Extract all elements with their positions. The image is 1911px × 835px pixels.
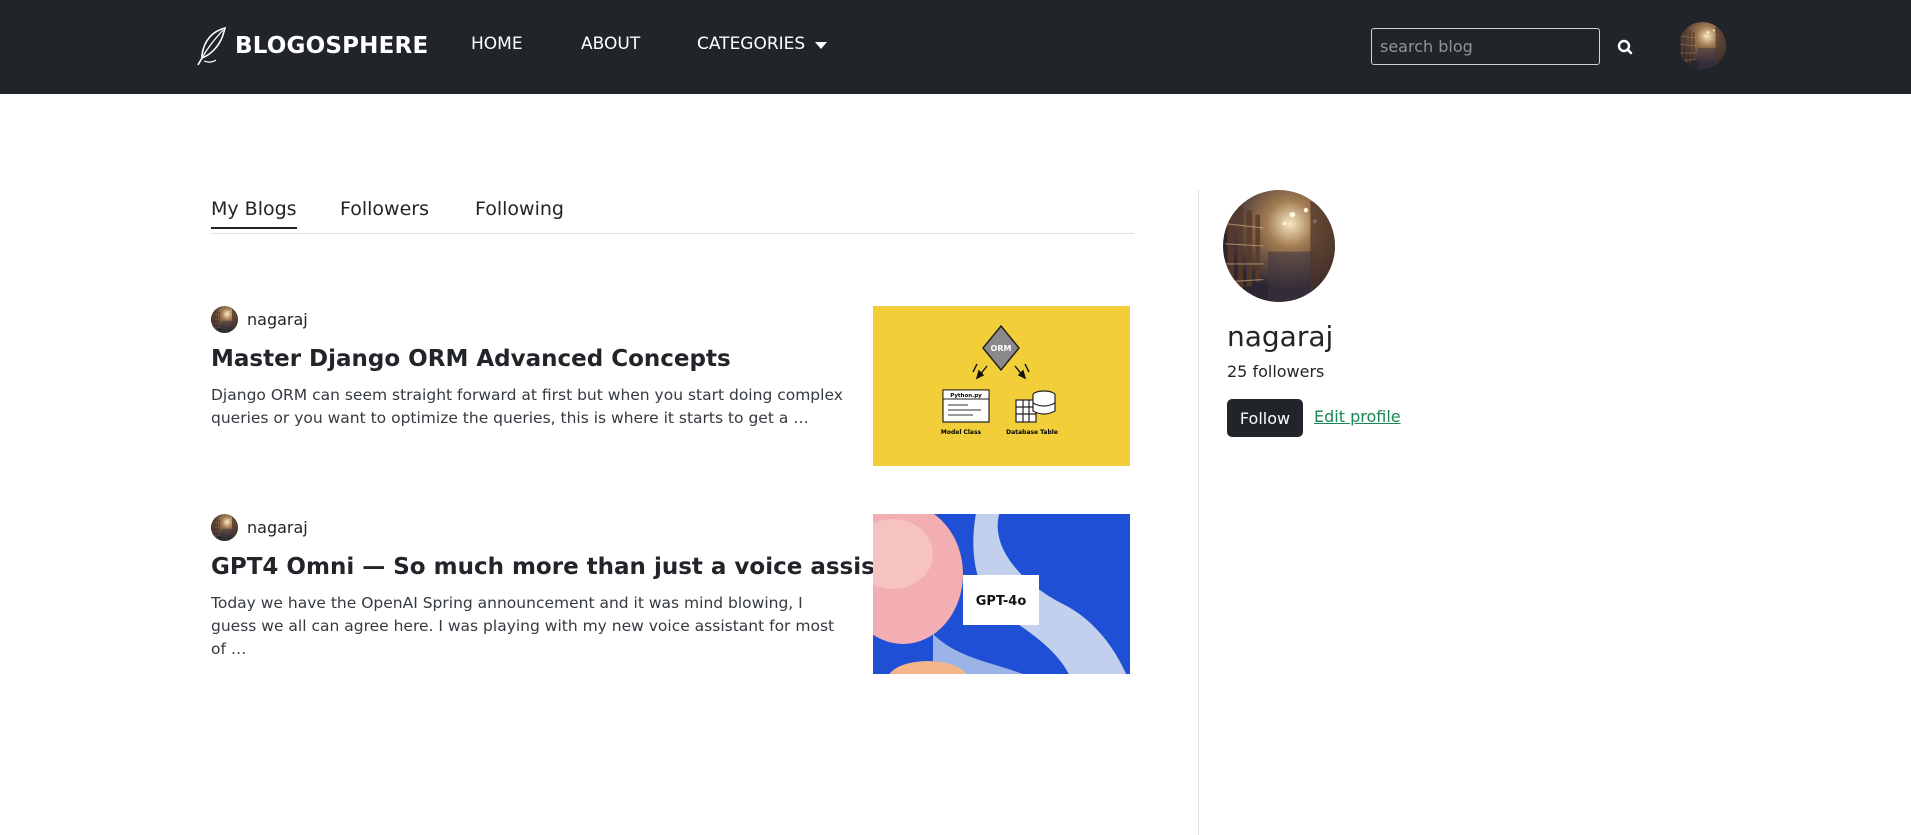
author-name: nagaraj xyxy=(247,310,308,329)
blog-post-card: nagaraj GPT4 Omni — So much more than ju… xyxy=(211,514,1130,674)
nav-categories-dropdown[interactable]: CATEGORIES xyxy=(697,34,828,54)
orm-diagram-image: ORM Python.py Model Class Database Table xyxy=(941,324,1058,436)
feather-icon xyxy=(197,26,227,66)
author-avatar xyxy=(211,306,238,333)
top-navbar: BLOGOSPHERE HOME ABOUT CATEGORIES xyxy=(0,0,1911,94)
nav-home-link[interactable]: HOME xyxy=(471,34,523,54)
profile-avatar xyxy=(1223,190,1335,302)
user-avatar[interactable] xyxy=(1679,22,1726,69)
search-icon xyxy=(1617,39,1633,55)
caret-down-icon xyxy=(815,41,828,49)
svg-text:Python.py: Python.py xyxy=(950,393,982,399)
svg-text:Model Class: Model Class xyxy=(941,429,982,436)
svg-text:ORM: ORM xyxy=(991,344,1012,353)
profile-name: nagaraj xyxy=(1227,320,1334,353)
author-name: nagaraj xyxy=(247,518,308,537)
svg-text:GPT-4o: GPT-4o xyxy=(976,594,1027,609)
post-title[interactable]: GPT4 Omni — So much more than just a voi… xyxy=(211,554,929,580)
post-excerpt: Django ORM can seem straight forward at … xyxy=(211,386,843,427)
nav-about-link[interactable]: ABOUT xyxy=(581,34,640,54)
tab-following[interactable]: Following xyxy=(475,198,564,228)
avatar-image xyxy=(1679,22,1726,69)
svg-text:Database Table: Database Table xyxy=(1006,429,1058,436)
post-author[interactable]: nagaraj xyxy=(211,514,308,541)
post-excerpt: Today we have the OpenAI Spring announce… xyxy=(211,594,835,658)
vertical-divider xyxy=(1198,190,1199,835)
author-avatar xyxy=(211,514,238,541)
profile-tabs: My Blogs Followers Following xyxy=(211,190,1134,234)
edit-profile-link[interactable]: Edit profile xyxy=(1314,407,1401,426)
post-author[interactable]: nagaraj xyxy=(211,306,308,333)
brand-name: BLOGOSPHERE xyxy=(235,33,429,59)
post-thumbnail[interactable]: GPT-4o xyxy=(873,514,1130,674)
gpt4o-abstract-image: GPT-4o xyxy=(873,514,1130,674)
tab-my-blogs[interactable]: My Blogs xyxy=(211,198,297,229)
followers-count: 25 followers xyxy=(1227,362,1325,381)
follow-button[interactable]: Follow xyxy=(1227,399,1303,437)
post-thumbnail[interactable]: ORM Python.py Model Class Database Table xyxy=(873,306,1130,466)
brand-logo-link[interactable]: BLOGOSPHERE xyxy=(195,24,428,68)
blog-post-card: nagaraj Master Django ORM Advanced Conce… xyxy=(211,306,1130,466)
tab-followers[interactable]: Followers xyxy=(340,198,429,228)
post-title[interactable]: Master Django ORM Advanced Concepts xyxy=(211,346,731,372)
categories-label: CATEGORIES xyxy=(697,34,806,54)
search-input[interactable] xyxy=(1371,28,1600,65)
search-button[interactable] xyxy=(1612,36,1638,58)
